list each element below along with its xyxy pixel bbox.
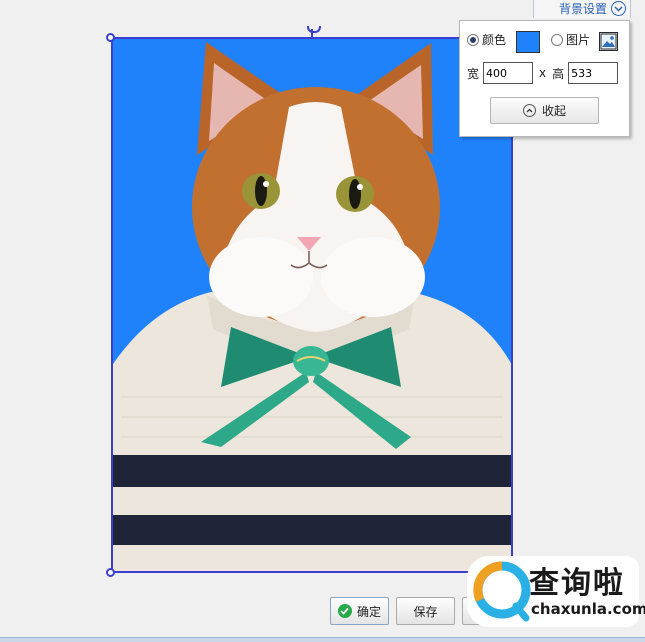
size-separator: x: [539, 66, 547, 80]
collapse-button[interactable]: 收起: [490, 97, 599, 124]
background-settings-panel: 颜色 图片 宽 x 高 收起: [459, 20, 630, 137]
width-input[interactable]: [483, 62, 534, 84]
width-label: 宽: [467, 66, 480, 81]
rotate-handle[interactable]: [307, 26, 321, 38]
resize-handle-top-left[interactable]: [106, 33, 115, 42]
save-button[interactable]: 保存: [396, 597, 455, 625]
image-radio[interactable]: [551, 33, 563, 46]
chevron-up-circle-icon: [522, 104, 536, 117]
bottom-status-strip: [0, 637, 645, 642]
chevron-down-circle-icon[interactable]: [611, 1, 626, 16]
color-option[interactable]: 颜色: [467, 31, 506, 48]
collapse-label: 收起: [541, 104, 566, 118]
id-photo[interactable]: [111, 37, 513, 573]
watermark: 查询啦 chaxunla.com: [467, 556, 645, 627]
height-input[interactable]: [568, 62, 619, 84]
height-label: 高: [552, 66, 565, 81]
magnifier-logo-icon: [473, 561, 531, 622]
background-settings-tab[interactable]: 背景设置: [533, 0, 631, 18]
save-label: 保存: [413, 604, 438, 619]
color-radio[interactable]: [467, 33, 479, 46]
color-option-label: 颜色: [482, 33, 507, 47]
image-option[interactable]: 图片: [551, 31, 590, 48]
image-option-label: 图片: [566, 33, 591, 47]
confirm-label: 确定: [356, 604, 381, 619]
confirm-button[interactable]: 确定: [330, 597, 389, 625]
check-circle-icon: [337, 604, 352, 618]
background-color-swatch[interactable]: [516, 31, 540, 53]
watermark-brand-cn: 查询啦: [529, 566, 625, 601]
size-row: 宽 x 高: [467, 62, 619, 84]
cat-in-sweater-image: [111, 42, 513, 573]
watermark-brand-en: chaxunla.com: [531, 600, 645, 618]
background-settings-title: 背景设置: [558, 2, 607, 16]
image-icon[interactable]: [599, 32, 618, 51]
resize-handle-bottom-left[interactable]: [106, 568, 115, 577]
